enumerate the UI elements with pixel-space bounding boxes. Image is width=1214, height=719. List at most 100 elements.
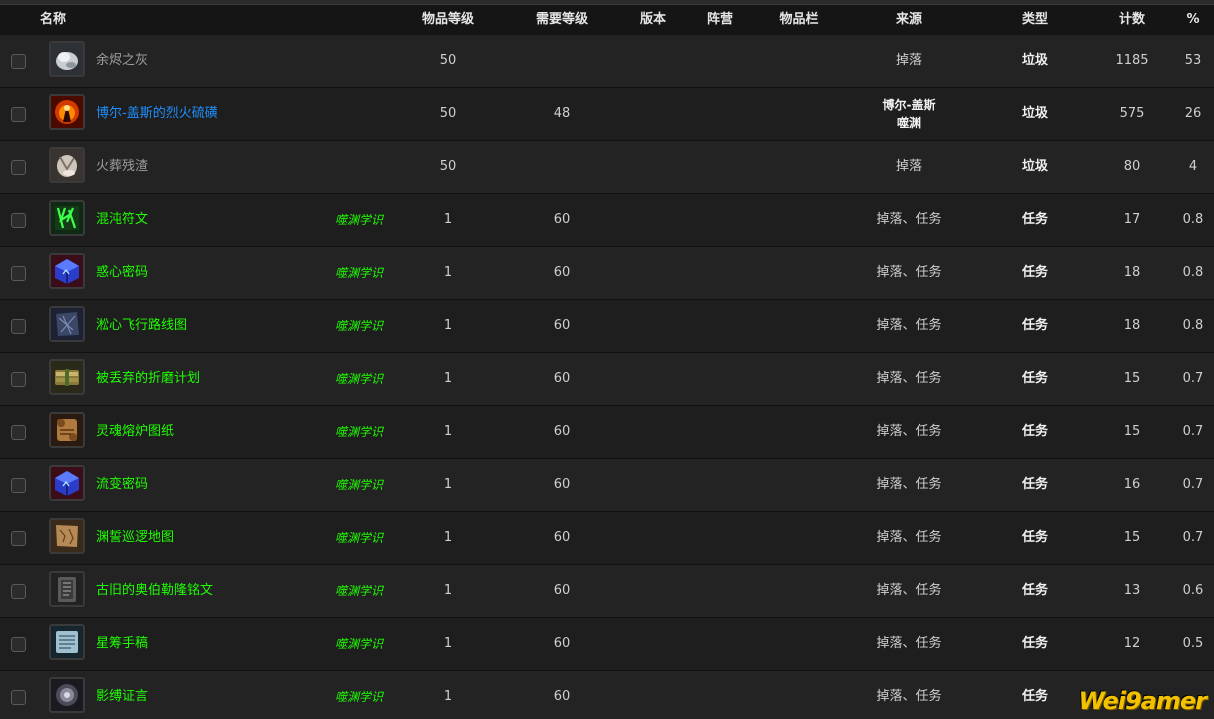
table-body: 余烬之灰 50 掉落 垃圾 1185 53 博尔-盖斯的烈火硫磺 50 48 博尔-盖斯 噬渊 垃圾 5… — [0, 35, 1214, 719]
table-row[interactable]: 淞心飞行路线图 噬渊学识 1 60 掉落、任务 任务 18 0.8 — [0, 300, 1214, 353]
blueprint-scroll-icon[interactable] — [49, 412, 85, 448]
source-line[interactable]: 噬渊 — [883, 114, 936, 132]
item-level: 1 — [443, 212, 453, 227]
row-checkbox[interactable] — [11, 319, 26, 334]
row-checkbox[interactable] — [11, 54, 26, 69]
item-name-link[interactable]: 流变密码 — [96, 459, 148, 511]
required-level: 60 — [553, 530, 571, 545]
cremation-dust-icon[interactable] — [49, 147, 85, 183]
col-req-level[interactable]: 需要等级 — [536, 5, 588, 35]
table-row[interactable]: 渊誓巡逻地图 噬渊学识 1 60 掉落、任务 任务 15 0.7 — [0, 512, 1214, 565]
table-row[interactable]: 惑心密码 噬渊学识 1 60 掉落、任务 任务 18 0.8 — [0, 247, 1214, 300]
required-level: 60 — [553, 318, 571, 333]
table-row[interactable]: 混沌符文 噬渊学识 1 60 掉落、任务 任务 17 0.8 — [0, 194, 1214, 247]
row-checkbox[interactable] — [11, 531, 26, 546]
item-level: 50 — [439, 159, 457, 174]
row-checkbox[interactable] — [11, 213, 26, 228]
row-checkbox[interactable] — [11, 478, 26, 493]
drop-percent: 0.7 — [1182, 530, 1204, 545]
ash-icon[interactable] — [49, 41, 85, 77]
item-source[interactable]: 博尔-盖斯 噬渊 — [883, 96, 936, 132]
item-type: 任务 — [1021, 583, 1049, 598]
item-name-link[interactable]: 灵魂熔炉图纸 — [96, 406, 174, 458]
col-slot[interactable]: 物品栏 — [779, 5, 818, 35]
item-type: 垃圾 — [1021, 106, 1049, 121]
item-category-tag[interactable]: 噬渊学识 — [335, 194, 383, 246]
col-source[interactable]: 来源 — [896, 5, 922, 35]
row-checkbox[interactable] — [11, 584, 26, 599]
item-category-tag[interactable]: 噬渊学识 — [335, 406, 383, 458]
table-row[interactable]: 流变密码 噬渊学识 1 60 掉落、任务 任务 16 0.7 — [0, 459, 1214, 512]
drop-percent: 0.7 — [1182, 477, 1204, 492]
table-row[interactable]: 古旧的奥伯勒隆铭文 噬渊学识 1 60 掉落、任务 任务 13 0.6 — [0, 565, 1214, 618]
required-level: 60 — [553, 689, 571, 704]
item-name-link[interactable]: 渊誓巡逻地图 — [96, 512, 174, 564]
row-checkbox[interactable] — [11, 690, 26, 705]
col-count[interactable]: 计数 — [1119, 5, 1145, 35]
item-category-tag[interactable]: 噬渊学识 — [335, 512, 383, 564]
cipher-cube-icon[interactable] — [49, 253, 85, 289]
col-percent[interactable]: % — [1186, 5, 1199, 35]
table-row[interactable]: 余烬之灰 50 掉落 垃圾 1185 53 — [0, 35, 1214, 88]
item-name-link[interactable]: 余烬之灰 — [96, 35, 148, 87]
scroll-bundle-icon[interactable] — [49, 359, 85, 395]
fire-sulfur-icon[interactable] — [49, 94, 85, 130]
item-name-link[interactable]: 被丢弃的折磨计划 — [96, 353, 200, 405]
row-checkbox[interactable] — [11, 637, 26, 652]
row-checkbox[interactable] — [11, 107, 26, 122]
item-name-link[interactable]: 混沌符文 — [96, 194, 148, 246]
drop-count: 18 — [1123, 265, 1141, 280]
item-name-link[interactable]: 淞心飞行路线图 — [96, 300, 187, 352]
row-checkbox[interactable] — [11, 372, 26, 387]
item-name-link[interactable]: 火葬残渣 — [96, 141, 148, 193]
col-name[interactable]: 名称 — [40, 5, 66, 35]
table-row[interactable]: 火葬残渣 50 掉落 垃圾 80 4 — [0, 141, 1214, 194]
drop-count: 15 — [1123, 424, 1141, 439]
table-row[interactable]: 博尔-盖斯的烈火硫磺 50 48 博尔-盖斯 噬渊 垃圾 575 26 — [0, 88, 1214, 141]
col-version[interactable]: 版本 — [640, 5, 666, 35]
item-source: 掉落 — [895, 53, 923, 68]
col-type[interactable]: 类型 — [1022, 5, 1048, 35]
row-checkbox[interactable] — [11, 160, 26, 175]
cipher-cube-icon[interactable] — [49, 465, 85, 501]
item-category-tag[interactable]: 噬渊学识 — [335, 247, 383, 299]
item-source: 掉落、任务 — [876, 530, 942, 545]
item-name-link[interactable]: 博尔-盖斯的烈火硫磺 — [96, 88, 218, 140]
drop-count: 12 — [1123, 636, 1141, 651]
item-source: 掉落、任务 — [876, 583, 942, 598]
item-name-link[interactable]: 星筹手稿 — [96, 618, 148, 670]
table-row[interactable]: 被丢弃的折磨计划 噬渊学识 1 60 掉落、任务 任务 15 0.7 — [0, 353, 1214, 406]
item-type: 任务 — [1021, 318, 1049, 333]
table-row[interactable]: 影缚证言 噬渊学识 1 60 掉落、任务 任务 — [0, 671, 1214, 719]
item-name-link[interactable]: 古旧的奥伯勒隆铭文 — [96, 565, 213, 617]
drop-percent: 26 — [1184, 106, 1202, 121]
col-faction[interactable]: 阵营 — [707, 5, 733, 35]
required-level: 60 — [553, 583, 571, 598]
item-source: 掉落、任务 — [876, 636, 942, 651]
item-category-tag[interactable]: 噬渊学识 — [335, 353, 383, 405]
item-category-tag[interactable]: 噬渊学识 — [335, 565, 383, 617]
item-type: 任务 — [1021, 212, 1049, 227]
chaos-rune-icon[interactable] — [49, 200, 85, 236]
item-name-link[interactable]: 影缚证言 — [96, 671, 148, 719]
col-item-level[interactable]: 物品等级 — [422, 5, 474, 35]
item-level: 1 — [443, 477, 453, 492]
table-row[interactable]: 星筹手稿 噬渊学识 1 60 掉落、任务 任务 12 0.5 — [0, 618, 1214, 671]
item-category-tag[interactable]: 噬渊学识 — [335, 618, 383, 670]
item-category-tag[interactable]: 噬渊学识 — [335, 459, 383, 511]
patrol-map-icon[interactable] — [49, 518, 85, 554]
shadow-testimony-icon[interactable] — [49, 677, 85, 713]
item-name-link[interactable]: 惑心密码 — [96, 247, 148, 299]
row-checkbox[interactable] — [11, 266, 26, 281]
item-category-tag[interactable]: 噬渊学识 — [335, 671, 383, 719]
source-line[interactable]: 博尔-盖斯 — [883, 96, 936, 114]
drop-count: 13 — [1123, 583, 1141, 598]
item-type: 任务 — [1021, 371, 1049, 386]
drop-count: 1185 — [1115, 53, 1149, 68]
flight-map-icon[interactable] — [49, 306, 85, 342]
item-category-tag[interactable]: 噬渊学识 — [335, 300, 383, 352]
table-row[interactable]: 灵魂熔炉图纸 噬渊学识 1 60 掉落、任务 任务 15 0.7 — [0, 406, 1214, 459]
row-checkbox[interactable] — [11, 425, 26, 440]
inscription-tablet-icon[interactable] — [49, 571, 85, 607]
manuscript-icon[interactable] — [49, 624, 85, 660]
